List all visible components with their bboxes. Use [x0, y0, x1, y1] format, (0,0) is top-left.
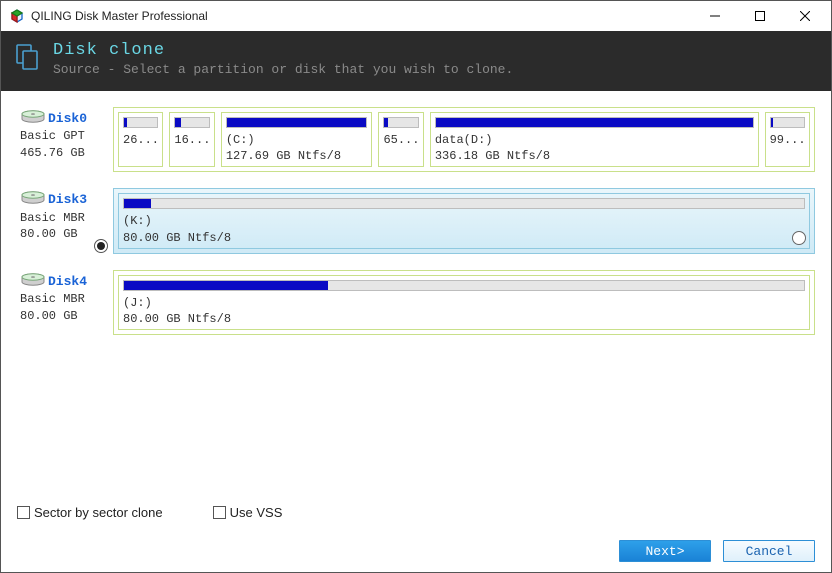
partition[interactable]: 65...: [378, 112, 423, 167]
page-title: Disk clone: [53, 41, 513, 60]
usage-bar: [123, 117, 158, 128]
disk-icon: [20, 110, 46, 124]
partition-detail: 65...: [383, 132, 418, 148]
partition[interactable]: 16...: [169, 112, 214, 167]
checkbox-icon: [213, 506, 226, 519]
disk-name: Disk3: [48, 192, 87, 207]
usage-bar: [123, 198, 805, 209]
partition-detail: 26...: [123, 132, 158, 148]
partition-detail: 16...: [174, 132, 209, 148]
disk-type: Basic MBR: [20, 291, 104, 308]
footer: Sector by sector clone Use VSS Next> Can…: [1, 505, 831, 572]
titlebar: QILING Disk Master Professional: [1, 1, 831, 31]
partition[interactable]: (C:)127.69 GB Ntfs/8: [221, 112, 373, 167]
partition-label: (C:): [226, 132, 368, 148]
partition-container[interactable]: (J:)80.00 GB Ntfs/8: [113, 270, 815, 335]
window-title: QILING Disk Master Professional: [31, 9, 692, 23]
disk-type: Basic GPT: [20, 128, 104, 145]
disk-row[interactable]: Disk0 Basic GPT465.76 GB 26... 16... (C:)127…: [17, 107, 815, 172]
partition[interactable]: (J:)80.00 GB Ntfs/8: [118, 275, 810, 330]
partition-label: (K:): [123, 213, 805, 229]
close-button[interactable]: [782, 2, 827, 30]
usage-bar: [435, 117, 754, 128]
disk-name: Disk4: [48, 274, 87, 289]
partition-label: data(D:): [435, 132, 754, 148]
partition-container[interactable]: 26... 16... (C:)127.69 GB Ntfs/8 65... data(…: [113, 107, 815, 172]
maximize-button[interactable]: [737, 2, 782, 30]
use-vss-label: Use VSS: [230, 505, 283, 520]
partition-detail: 336.18 GB Ntfs/8: [435, 148, 754, 164]
disk-info[interactable]: Disk3 Basic MBR80.00 GB: [17, 188, 107, 253]
partition-detail: 127.69 GB Ntfs/8: [226, 148, 368, 164]
disk-row[interactable]: Disk4 Basic MBR80.00 GB (J:)80.00 GB Ntfs/…: [17, 270, 815, 335]
use-vss-checkbox[interactable]: Use VSS: [213, 505, 283, 520]
usage-bar: [770, 117, 805, 128]
disk-icon: [20, 273, 46, 287]
usage-bar: [226, 117, 368, 128]
disk-icon: [20, 191, 46, 205]
disk-type: Basic MBR: [20, 210, 104, 227]
minimize-button[interactable]: [692, 2, 737, 30]
partition-container[interactable]: (K:)80.00 GB Ntfs/8: [113, 188, 815, 253]
sector-clone-label: Sector by sector clone: [34, 505, 163, 520]
clone-icon: [15, 41, 41, 71]
disk-size: 80.00 GB: [20, 226, 104, 243]
disk-info[interactable]: Disk4 Basic MBR80.00 GB: [17, 270, 107, 335]
partition-detail: 80.00 GB Ntfs/8: [123, 230, 805, 246]
disk-info[interactable]: Disk0 Basic GPT465.76 GB: [17, 107, 107, 172]
cancel-button[interactable]: Cancel: [723, 540, 815, 562]
partition[interactable]: 26...: [118, 112, 163, 167]
partition-radio[interactable]: [792, 231, 806, 245]
sector-clone-checkbox[interactable]: Sector by sector clone: [17, 505, 163, 520]
disk-name: Disk0: [48, 111, 87, 126]
app-icon: [9, 8, 25, 24]
partition[interactable]: 99...: [765, 112, 810, 167]
disk-row[interactable]: Disk3 Basic MBR80.00 GB (K:)80.00 GB Ntfs/…: [17, 188, 815, 253]
disk-size: 465.76 GB: [20, 145, 104, 162]
partition[interactable]: (K:)80.00 GB Ntfs/8: [118, 193, 810, 248]
partition-label: (J:): [123, 295, 805, 311]
disk-radio[interactable]: [94, 239, 108, 253]
usage-bar: [174, 117, 209, 128]
disk-size: 80.00 GB: [20, 308, 104, 325]
usage-bar: [123, 280, 805, 291]
partition-detail: 80.00 GB Ntfs/8: [123, 311, 805, 327]
partition[interactable]: data(D:)336.18 GB Ntfs/8: [430, 112, 759, 167]
next-button[interactable]: Next>: [619, 540, 711, 562]
partition-detail: 99...: [770, 132, 805, 148]
page-subtitle: Source - Select a partition or disk that…: [53, 62, 513, 77]
page-header: Disk clone Source - Select a partition o…: [1, 31, 831, 91]
disk-list: Disk0 Basic GPT465.76 GB 26... 16... (C:)127…: [1, 91, 831, 505]
checkbox-icon: [17, 506, 30, 519]
usage-bar: [383, 117, 418, 128]
